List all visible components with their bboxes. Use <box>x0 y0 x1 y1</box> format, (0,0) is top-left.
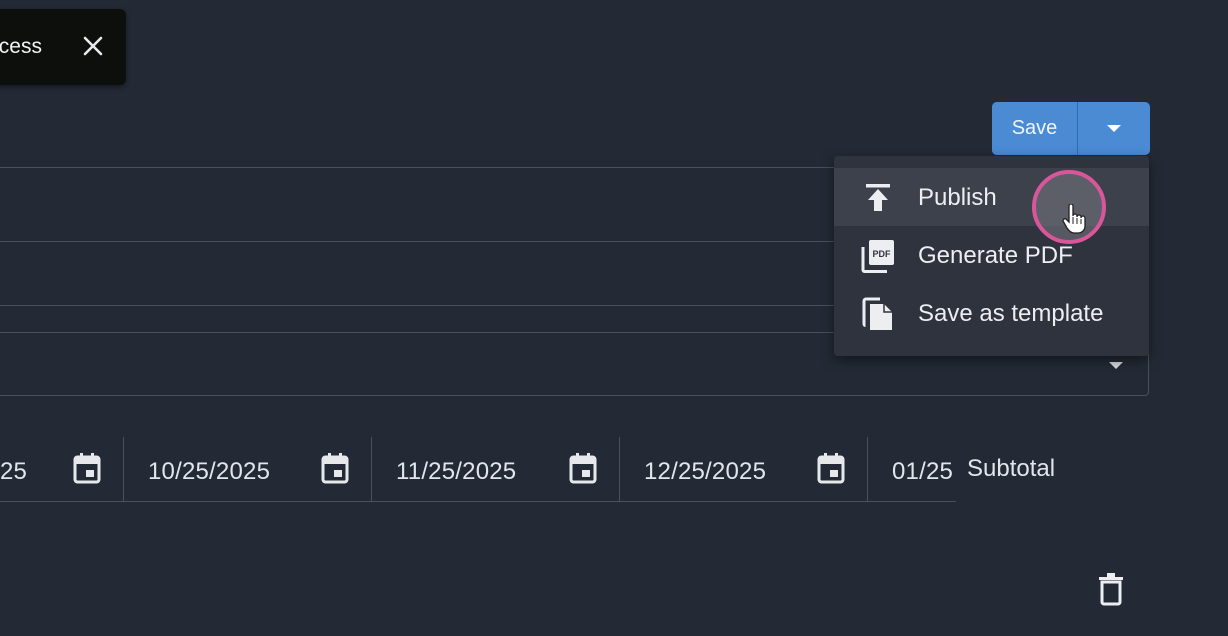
calendar-icon[interactable] <box>71 452 103 486</box>
date-value: 25 <box>0 458 28 485</box>
calendar-icon[interactable] <box>815 452 847 486</box>
date-value: 11/25/2025 <box>396 458 517 485</box>
menu-item-save-template[interactable]: Save as template <box>834 284 1149 342</box>
date-cell[interactable]: 10/25/2025 <box>124 437 372 501</box>
hand-cursor-icon <box>1060 203 1088 234</box>
save-options-menu: Publish PDF Generate PDF Save as templat… <box>834 156 1149 356</box>
calendar-icon[interactable] <box>567 452 599 486</box>
subtotal-label: Subtotal <box>967 455 1056 482</box>
date-cell[interactable]: 12/25/2025 <box>620 437 868 501</box>
field-border-2 <box>0 305 835 306</box>
date-row-divider <box>0 501 956 502</box>
close-icon[interactable] <box>78 31 108 61</box>
pdf-icon: PDF <box>860 238 896 274</box>
save-split-button: Save <box>992 102 1150 155</box>
trash-icon[interactable] <box>1097 572 1125 606</box>
toast-notification: Success <box>0 9 126 85</box>
date-value: 10/25/2025 <box>148 458 271 485</box>
date-value: 12/25/2025 <box>644 458 767 485</box>
publish-icon <box>860 180 896 216</box>
date-value: 01/25 <box>892 458 954 485</box>
copy-icon <box>860 296 896 332</box>
menu-item-label: Publish <box>918 184 997 211</box>
caret-down-icon <box>1107 124 1121 132</box>
toast-message: Success <box>0 35 42 58</box>
date-row: 25 10/25/2025 11/25/2025 12/25/2025 01/2… <box>0 437 956 502</box>
save-button[interactable]: Save <box>992 102 1077 155</box>
calendar-icon[interactable] <box>319 452 351 486</box>
select-arrow-icon[interactable] <box>1105 359 1127 371</box>
date-cell[interactable]: 25 <box>0 437 124 501</box>
field-border-1 <box>0 241 835 242</box>
svg-text:PDF: PDF <box>873 249 892 259</box>
save-menu-toggle[interactable] <box>1078 102 1150 155</box>
date-cell[interactable]: 01/25 <box>868 437 956 501</box>
field-border-top <box>0 167 835 168</box>
menu-item-generate-pdf[interactable]: PDF Generate PDF <box>834 226 1149 284</box>
menu-item-label: Generate PDF <box>918 242 1073 269</box>
menu-item-label: Save as template <box>918 300 1104 327</box>
date-cell[interactable]: 11/25/2025 <box>372 437 620 501</box>
